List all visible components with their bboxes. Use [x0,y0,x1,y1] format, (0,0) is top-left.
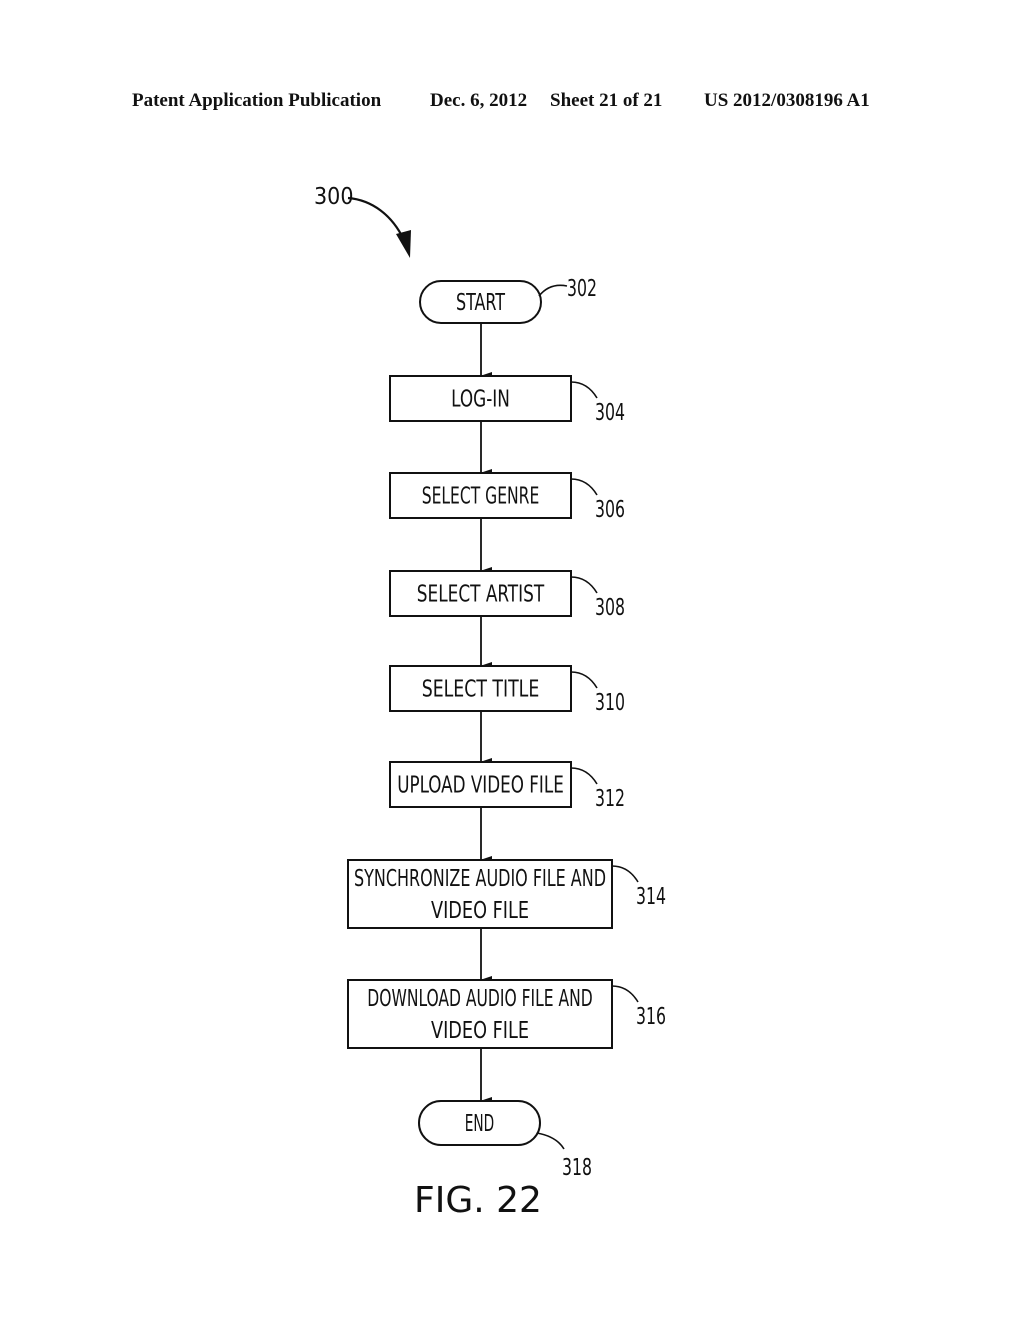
ref-number-308: 308 [595,595,625,621]
node-label: UPLOAD VIDEO FILE [397,773,564,799]
ref-leader-line [570,478,598,496]
flow-node-select-genre: SELECT GENRE 306 [389,472,625,523]
node-label: SYNCHRONIZE AUDIO FILE AND [354,866,606,892]
flow-node-upload-video: UPLOAD VIDEO FILE 312 [389,761,625,812]
ref-number-302: 302 [567,276,597,302]
figure-ref-arrowhead [396,230,411,258]
node-label: SELECT TITLE [422,677,540,703]
node-label: VIDEO FILE [431,1018,529,1044]
ref-number-312: 312 [595,786,625,812]
flow-node-end: END 318 [418,1100,592,1181]
flow-node-synchronize: SYNCHRONIZE AUDIO FILE AND VIDEO FILE 314 [347,859,666,929]
node-label: SELECT ARTIST [417,582,545,608]
flow-node-select-artist: SELECT ARTIST 308 [389,570,625,621]
ref-leader-line [570,381,598,399]
ref-leader-line [538,284,568,297]
flow-node-select-title: SELECT TITLE 310 [389,665,625,716]
ref-number-304: 304 [595,400,625,426]
ref-number-314: 314 [636,884,666,910]
flow-node-download: DOWNLOAD AUDIO FILE AND VIDEO FILE 316 [347,979,666,1049]
node-label: DOWNLOAD AUDIO FILE AND [367,986,592,1012]
figure-ref-arrow [347,196,405,241]
figure-ref-label: 300 [314,184,354,210]
figure-caption: FIG. 22 [414,1180,542,1221]
ref-number-318: 318 [562,1155,592,1181]
ref-number-310: 310 [595,690,625,716]
ref-number-306: 306 [595,497,625,523]
ref-number-316: 316 [636,1004,666,1030]
node-label: VIDEO FILE [431,898,529,924]
ref-leader-line [570,671,598,689]
ref-leader-line [611,865,639,883]
ref-leader-line [570,767,598,785]
node-label: LOG-IN [451,387,510,413]
flow-node-login: LOG-IN 304 [389,375,625,426]
node-label: SELECT GENRE [422,484,540,510]
flowchart: 300 START302LOG-IN304SELECT GENRE306SELE… [314,184,666,1221]
node-label: END [465,1111,494,1137]
flow-node-start: START 302 [419,276,597,324]
ref-leader-line [536,1132,565,1150]
ref-leader-line [570,576,598,594]
ref-leader-line [611,985,639,1003]
node-label: START [456,290,505,316]
